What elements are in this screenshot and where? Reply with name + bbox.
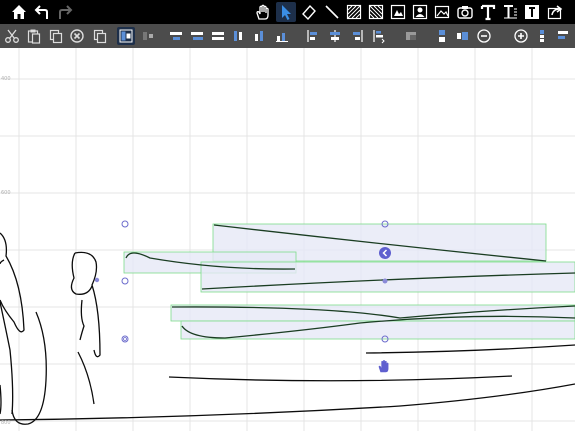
redo-icon[interactable] <box>55 2 75 22</box>
copy-icon[interactable] <box>47 27 65 45</box>
hand-tool-icon[interactable] <box>253 2 273 22</box>
handle <box>121 277 129 285</box>
zoom-in-icon[interactable] <box>512 27 530 45</box>
bring-front-icon[interactable] <box>402 27 420 45</box>
ruler-label: 800 <box>1 420 11 426</box>
hatch-rect-icon[interactable] <box>344 2 364 22</box>
text-box-icon[interactable] <box>500 2 520 22</box>
camera-icon[interactable] <box>455 2 475 22</box>
zoom-out-icon[interactable] <box>475 27 493 45</box>
selection-box <box>200 261 575 293</box>
align-center-icon[interactable] <box>251 27 269 45</box>
hatch-shape-icon[interactable] <box>366 2 386 22</box>
line-tool-icon[interactable] <box>322 2 342 22</box>
layer-2-icon[interactable] <box>454 27 472 45</box>
ungroup-icon[interactable] <box>139 27 157 45</box>
ruler-label: 400 <box>1 76 11 82</box>
handle <box>94 277 100 283</box>
select-arrow-icon[interactable] <box>276 2 296 22</box>
home-icon[interactable] <box>9 2 29 22</box>
delete-icon[interactable] <box>68 27 86 45</box>
share-icon[interactable] <box>545 2 565 22</box>
edit-toolbar: 10 <box>0 24 575 63</box>
handle <box>121 220 129 228</box>
top-toolbar <box>0 0 575 24</box>
eraser-icon[interactable] <box>299 2 319 22</box>
align-right-icon[interactable] <box>273 27 291 45</box>
insert-shape-icon[interactable] <box>388 2 408 22</box>
cut-icon[interactable] <box>3 27 21 45</box>
align-top-icon[interactable] <box>167 27 185 45</box>
layer-1-icon[interactable] <box>433 27 451 45</box>
align-middle-icon[interactable] <box>188 27 206 45</box>
insert-portrait-icon[interactable] <box>410 2 430 22</box>
ruler-label: 600 <box>1 190 11 196</box>
handle-center <box>382 278 388 284</box>
distribute-1-icon[interactable] <box>304 27 322 45</box>
move-hand-icon[interactable] <box>376 358 392 374</box>
distribute-2-icon[interactable] <box>326 27 344 45</box>
align-left-icon[interactable] <box>230 27 248 45</box>
insert-image-icon[interactable] <box>432 2 452 22</box>
more-1-icon[interactable] <box>533 27 551 45</box>
handle <box>121 335 129 343</box>
text-tool-icon[interactable] <box>478 2 498 22</box>
duplicate-icon[interactable] <box>91 27 109 45</box>
align-bottom-icon[interactable] <box>209 27 227 45</box>
distribute-4-icon[interactable] <box>370 27 388 45</box>
distribute-3-icon[interactable] <box>348 27 366 45</box>
canvas-drawing[interactable] <box>0 48 575 431</box>
drawing-canvas[interactable]: 400 600 800 <box>0 48 575 431</box>
paste-icon[interactable] <box>25 27 43 45</box>
more-2-icon[interactable] <box>554 27 572 45</box>
undo-icon[interactable] <box>32 2 52 22</box>
text-label-icon[interactable] <box>522 2 542 22</box>
group-icon[interactable] <box>117 27 135 45</box>
rotate-handle-icon[interactable] <box>378 246 392 260</box>
